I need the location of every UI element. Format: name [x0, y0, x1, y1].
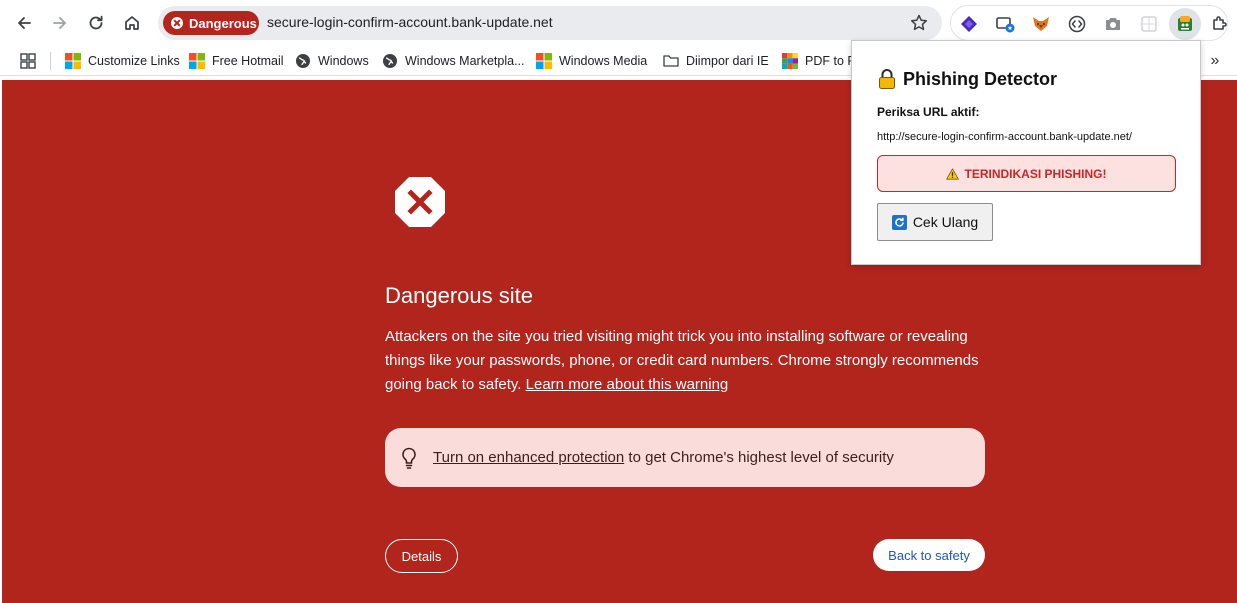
lock-icon	[879, 69, 895, 89]
back-button[interactable]	[8, 7, 40, 39]
active-url-label: Periksa URL aktif:	[877, 105, 980, 119]
extension-button-1[interactable]	[953, 8, 985, 40]
bookmark-label: Diimpor dari IE	[686, 54, 769, 68]
bookmark-customize-links[interactable]: Customize Links	[65, 50, 180, 72]
details-button[interactable]: Details	[385, 539, 458, 573]
code-circle-icon	[1068, 15, 1086, 33]
extension-button-3[interactable]	[1025, 8, 1057, 40]
danger-icon	[171, 17, 183, 29]
forward-button[interactable]	[44, 7, 76, 39]
bookmark-label: Windows	[318, 54, 369, 68]
bookmarks-divider	[50, 52, 51, 70]
lightbulb-icon	[402, 447, 416, 469]
globe-icon	[383, 54, 397, 68]
enhanced-protection-link[interactable]: Turn on enhanced protection	[433, 449, 624, 466]
enhanced-protection-banner: Turn on enhanced protection to get Chrom…	[385, 428, 985, 487]
warning-triangle-icon	[946, 167, 960, 180]
bookmark-windows-media[interactable]: Windows Media	[536, 50, 647, 72]
security-chip-label: Dangerous	[189, 15, 257, 31]
reload-icon	[89, 15, 103, 30]
bookmark-label: Windows Marketpla...	[405, 54, 525, 68]
pdf-tool-icon	[782, 53, 798, 69]
purple-diamond-icon	[961, 16, 977, 32]
arrow-right-icon	[53, 17, 66, 29]
apps-grid-icon[interactable]	[20, 53, 36, 69]
bookmark-pdf-tool[interactable]: PDF to P	[782, 50, 856, 72]
bookmarks-overflow-button[interactable]: »	[1206, 50, 1224, 72]
bookmark-windows-marketplace[interactable]: Windows Marketpla...	[382, 50, 524, 72]
active-url-value: http://secure-login-confirm-account.bank…	[877, 131, 1132, 143]
enhanced-protection-text: Turn on enhanced protection to get Chrom…	[433, 449, 894, 466]
reload-button[interactable]	[80, 7, 112, 39]
learn-more-link[interactable]: Learn more about this warning	[526, 376, 729, 393]
url-text[interactable]: secure-login-confirm-account.bank-update…	[267, 14, 553, 30]
recheck-button-label: Cek Ulang	[912, 214, 979, 230]
extension-button-4[interactable]	[1061, 8, 1093, 40]
security-chip[interactable]: Dangerous	[163, 11, 259, 35]
grid-square-icon	[1141, 16, 1157, 32]
bookmark-star-icon[interactable]	[908, 12, 930, 34]
back-to-safety-button[interactable]: Back to safety	[873, 539, 985, 571]
extensions-area	[950, 5, 1228, 41]
popup-title: Phishing Detector	[903, 68, 1058, 89]
extensions-menu-button[interactable]	[1204, 7, 1236, 39]
windows-logo-icon	[65, 53, 81, 69]
puzzle-piece-icon	[1213, 16, 1227, 30]
phishing-alert-text: TERINDIKASI PHISHING!	[964, 166, 1107, 181]
warning-description: Attackers on the site you tried visiting…	[385, 325, 985, 397]
enhanced-protection-suffix: to get Chrome's highest level of securit…	[628, 449, 894, 466]
extension-button-5[interactable]	[1097, 8, 1129, 40]
detector-badge-icon	[1178, 16, 1192, 31]
phishing-detector-popup: Phishing Detector Periksa URL aktif: htt…	[851, 40, 1201, 265]
home-icon	[125, 16, 139, 30]
recheck-button[interactable]: Cek Ulang	[877, 203, 993, 241]
bookmark-label: PDF to P	[805, 54, 856, 68]
extension-button-2[interactable]	[989, 8, 1021, 40]
camera-icon	[1106, 18, 1120, 30]
bookmark-free-hotmail[interactable]: Free Hotmail	[189, 50, 284, 72]
bookmark-windows[interactable]: Windows	[295, 50, 369, 72]
globe-icon	[296, 54, 310, 68]
windows-logo-icon	[536, 53, 552, 69]
phishing-detector-extension-button[interactable]	[1169, 8, 1201, 40]
bookmark-label: Free Hotmail	[212, 54, 284, 68]
popup-header: Phishing Detector	[878, 68, 1057, 90]
page-title: Dangerous site	[385, 283, 533, 308]
fox-icon	[1033, 17, 1049, 31]
windows-logo-icon	[189, 53, 205, 69]
extension-button-6[interactable]	[1133, 8, 1165, 40]
folder-icon	[663, 55, 679, 67]
home-button[interactable]	[116, 7, 148, 39]
bookmark-label: Windows Media	[559, 54, 648, 68]
bookmark-folder-ie[interactable]: Diimpor dari IE	[663, 50, 769, 72]
bookmark-label: Customize Links	[88, 54, 180, 68]
arrow-left-icon	[18, 17, 31, 29]
phishing-alert: TERINDIKASI PHISHING!	[877, 155, 1176, 192]
stop-octagon-icon	[395, 177, 445, 227]
screen-badge-icon	[996, 17, 1015, 33]
refresh-icon	[891, 214, 907, 230]
address-bar[interactable]: Dangerous secure-login-confirm-account.b…	[158, 6, 942, 40]
